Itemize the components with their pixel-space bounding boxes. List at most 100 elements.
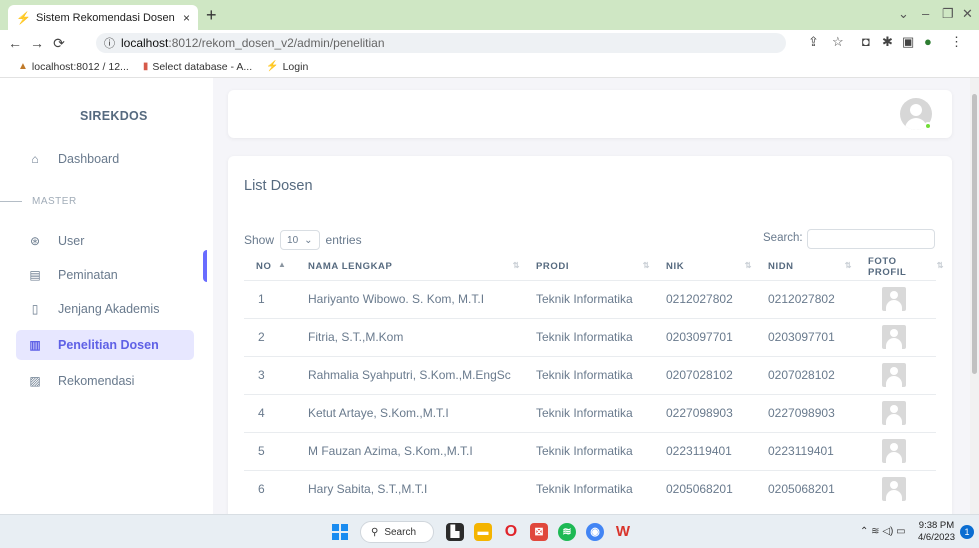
windows-start-icon[interactable] [332, 524, 348, 540]
bookmark-item[interactable]: ⚡ Login [266, 61, 308, 73]
cell-foto [856, 317, 936, 356]
cell-nik: 0207028102 [654, 355, 756, 394]
sidebar-item-jenjang-akademis[interactable]: ▯ Jenjang Akademis [16, 294, 194, 324]
cell-no: 6 [244, 469, 296, 508]
book-icon: ▯ [31, 302, 39, 316]
search-input[interactable] [807, 229, 935, 249]
url-input[interactable]: ⓘ localhost:8012/rekom_dosen_v2/admin/pe… [96, 33, 786, 53]
cell-nama: Fitria, S.T.,M.Kom [296, 317, 524, 356]
table-row: 5 M Fauzan Azima, S.Kom.,M.T.I Teknik In… [244, 431, 936, 470]
camera-icon[interactable]: ◘ [862, 34, 870, 49]
profile-photo-icon[interactable] [882, 287, 906, 311]
taskbar-search[interactable]: ⚲ Search [360, 521, 434, 543]
column-header-prodi[interactable]: PRODI ⇅ [524, 254, 654, 280]
sidebar-item-peminatan[interactable]: ▤ Peminatan [16, 260, 194, 290]
xampp-icon[interactable]: ⊠ [530, 523, 548, 541]
sidepanel-icon[interactable]: ▣ [902, 34, 914, 50]
wps-icon[interactable]: W [614, 523, 632, 541]
cell-foto [856, 431, 936, 470]
book-open-icon: ▥ [29, 338, 41, 352]
bookmark-label: Select database - A... [152, 60, 253, 73]
section-divider [0, 201, 22, 202]
site-favicon-icon: ⚡ [16, 10, 31, 25]
clock-time: 9:38 PM [918, 520, 955, 531]
phpmyadmin-icon: ▲ [18, 61, 28, 72]
tab-close-icon[interactable]: × [183, 11, 190, 25]
notification-badge[interactable]: 1 [960, 525, 974, 539]
menu-icon[interactable]: ⋮ [950, 34, 963, 50]
profile-photo-icon[interactable] [882, 439, 906, 463]
cell-nama: Ketut Artaye, S.Kom.,M.T.I [296, 393, 524, 432]
column-header-no[interactable]: NO ▲ [244, 254, 296, 280]
sort-icon: ⇅ [844, 261, 852, 270]
bookmark-item[interactable]: ▮ Select database - A... [143, 61, 252, 73]
profile-photo-icon[interactable] [882, 401, 906, 425]
new-tab-button[interactable]: + [206, 6, 217, 24]
bookmark-star-icon[interactable]: ☆ [832, 34, 844, 50]
cell-nidn: 0207028102 [756, 355, 856, 394]
sidebar: SIREKDOS ⌂ Dashboard MASTER ⊛ User ▤ Pem… [0, 78, 213, 514]
taskbar-clock[interactable]: 9:38 PM 4/6/2023 [918, 520, 955, 544]
photo-head [890, 367, 898, 375]
app-brand[interactable]: SIREKDOS [80, 109, 148, 123]
scrollbar-thumb[interactable] [972, 94, 977, 374]
cell-nik: 0212027802 [654, 279, 756, 318]
column-header-nama[interactable]: NAMA LENGKAP ⇅ [296, 254, 524, 280]
bookmark-label: localhost:8012 / 12... [31, 60, 129, 73]
back-icon[interactable]: ← [4, 35, 26, 51]
os-taskbar: ⚲ Search ▙ ▬ O ⊠ ≋ ◉ W ⌃ ≋ ◁) ▭ 9:38 PM … [0, 514, 979, 548]
sidebar-item-label: Peminatan [58, 268, 118, 282]
column-header-foto-profil[interactable]: FOTO PROFIL ⇅ [856, 254, 943, 280]
clipboard-icon: ▤ [29, 268, 41, 282]
entries-length-control: Show 10 ⌄ entries [244, 230, 362, 250]
opera-icon[interactable]: O [502, 523, 520, 541]
sidebar-item-rekomendasi[interactable]: ▨ Rekomendasi [16, 366, 194, 396]
bookmark-item[interactable]: ▲ localhost:8012 / 12... [18, 61, 129, 73]
bookmarks-bar: ▲ localhost:8012 / 12... ▮ Select database… [0, 56, 979, 78]
cell-foto [856, 393, 936, 432]
table-row: 6 Hary Sabita, S.T.,M.T.I Teknik Informa… [244, 469, 936, 508]
entries-select[interactable]: 10 ⌄ [280, 230, 320, 250]
table-row: 3 Rahmalia Syahputri, S.Kom.,M.EngSc Tek… [244, 355, 936, 394]
tab-search-icon[interactable]: ⌄ [898, 6, 909, 22]
system-tray[interactable]: ⌃ ≋ ◁) ▭ [860, 526, 906, 537]
profile-photo-icon[interactable] [882, 325, 906, 349]
column-label: NAMA LENGKAP [308, 261, 393, 273]
photo-head [890, 405, 898, 413]
column-header-nik[interactable]: NIK ⇅ [654, 254, 756, 280]
cell-nidn: 0203097701 [756, 317, 856, 356]
minimize-icon[interactable]: – [922, 6, 929, 21]
chevron-down-icon: ⌄ [304, 234, 313, 246]
spotify-icon[interactable]: ≋ [558, 523, 576, 541]
profile-photo-icon[interactable] [882, 477, 906, 502]
column-header-nidn[interactable]: NIDN ⇅ [756, 254, 856, 280]
sidebar-item-dashboard[interactable]: ⌂ Dashboard [16, 144, 194, 174]
profile-photo-icon[interactable] [882, 363, 906, 387]
cell-nik: 0205068201 [654, 469, 756, 508]
sidebar-item-user[interactable]: ⊛ User [16, 226, 194, 256]
column-label: FOTO PROFIL [868, 255, 907, 278]
database-icon: ▮ [142, 61, 149, 72]
reload-icon[interactable]: ⟳ [48, 35, 70, 52]
cell-no: 2 [244, 317, 296, 356]
cell-no: 3 [244, 355, 296, 394]
task-view-icon[interactable]: ▙ [446, 523, 464, 541]
cell-no: 4 [244, 393, 296, 432]
browser-tab[interactable]: ⚡ Sistem Rekomendasi Dosen × [8, 5, 198, 30]
page-scrollbar[interactable] [970, 78, 979, 514]
forward-icon[interactable]: → [26, 35, 48, 51]
sidebar-item-penelitian-dosen[interactable]: ▥ Penelitian Dosen [16, 330, 194, 360]
extensions-icon[interactable]: ✱ [882, 34, 893, 50]
cell-prodi: Teknik Informatika [524, 317, 654, 356]
close-window-icon[interactable]: ✕ [962, 6, 973, 22]
sort-icon: ⇅ [936, 261, 944, 270]
table-row: 1 Hariyanto Wibowo. S. Kom, M.T.I Teknik… [244, 279, 936, 318]
file-explorer-icon[interactable]: ▬ [474, 523, 492, 541]
sort-asc-icon: ▲ [278, 260, 287, 269]
restore-icon[interactable]: ❐ [942, 6, 954, 22]
profile-icon[interactable]: ● [924, 34, 932, 49]
chrome-icon[interactable]: ◉ [586, 523, 604, 541]
sort-icon: ⇅ [642, 261, 650, 270]
share-icon[interactable]: ⇪ [808, 34, 819, 50]
online-status-icon [924, 122, 932, 130]
